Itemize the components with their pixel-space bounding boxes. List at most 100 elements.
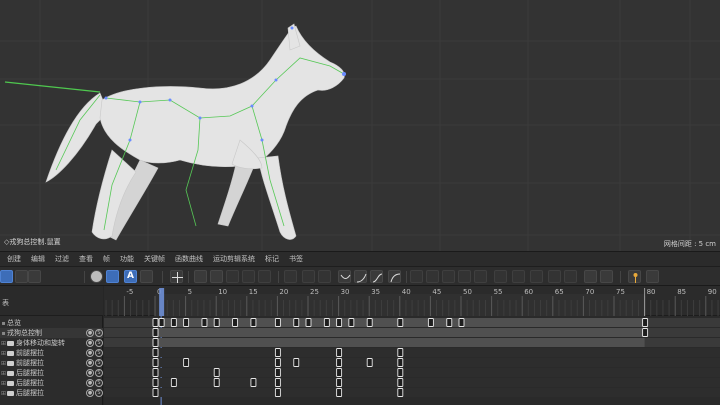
expand-icon[interactable]: ⊞ bbox=[0, 380, 7, 387]
tree-row[interactable]: ⊞ 前腿摆拉 ● S bbox=[0, 348, 103, 358]
menu-motion-system[interactable]: 运动剪辑系统 bbox=[208, 254, 260, 264]
visibility-icon[interactable]: ● bbox=[86, 329, 94, 337]
keyframe bbox=[642, 328, 649, 337]
sphere-icon[interactable] bbox=[90, 270, 103, 283]
expand-icon[interactable]: ▪ bbox=[0, 320, 7, 327]
solo-icon[interactable]: S bbox=[95, 359, 103, 367]
curve-step-icon[interactable] bbox=[302, 270, 315, 283]
auto-key-icon[interactable]: A bbox=[124, 270, 137, 283]
expand-icon[interactable]: ▪ bbox=[0, 330, 7, 337]
tree-row[interactable]: ⊞ 后腿摆拉 ● S bbox=[0, 388, 103, 398]
tangent-icon-5[interactable] bbox=[474, 270, 487, 283]
menu-frame[interactable]: 帧 bbox=[98, 254, 115, 264]
tangent-icon-7[interactable] bbox=[512, 270, 525, 283]
keyframe bbox=[397, 348, 404, 357]
marker-add-icon[interactable] bbox=[646, 270, 659, 283]
link-icon[interactable] bbox=[140, 270, 153, 283]
dope-sheet-mode-icon[interactable] bbox=[0, 270, 13, 283]
key-value-icon[interactable] bbox=[584, 270, 597, 283]
frame-all-icon[interactable] bbox=[194, 270, 207, 283]
ease-out-icon[interactable] bbox=[354, 270, 367, 283]
zoom-icon[interactable] bbox=[226, 270, 239, 283]
move-arrows-icon[interactable] bbox=[170, 270, 183, 283]
tracks-canvas[interactable] bbox=[104, 316, 720, 405]
solo-icon[interactable]: S bbox=[95, 369, 103, 377]
keyframe bbox=[201, 318, 208, 327]
folder-icon bbox=[7, 360, 14, 366]
solo-icon[interactable]: S bbox=[95, 329, 103, 337]
menu-bookmarks[interactable]: 书签 bbox=[284, 254, 308, 264]
object-label: ◇戎狗总控制.鼠置 bbox=[4, 238, 61, 246]
expand-icon[interactable]: ⊞ bbox=[0, 390, 7, 397]
solo-icon[interactable]: S bbox=[95, 349, 103, 357]
menu-create[interactable]: 创建 bbox=[2, 254, 26, 264]
keyframe bbox=[274, 388, 281, 397]
keyframe bbox=[213, 318, 220, 327]
visibility-icon[interactable]: ● bbox=[86, 349, 94, 357]
keyframe-tracks[interactable] bbox=[104, 316, 720, 405]
key-time-icon[interactable] bbox=[600, 270, 613, 283]
tangent-icon-2[interactable] bbox=[426, 270, 439, 283]
fcurve-mode-icon[interactable] bbox=[15, 270, 28, 283]
expand-icon[interactable]: ⊞ bbox=[0, 340, 7, 347]
tangent-icon-8[interactable] bbox=[530, 270, 543, 283]
frame-ruler[interactable]: -5051015202530354045505560657075808590 bbox=[104, 286, 720, 316]
menu-functions[interactable]: 功能 bbox=[115, 254, 139, 264]
expand-icon[interactable]: ⊞ bbox=[0, 360, 7, 367]
tangent-icon-6[interactable] bbox=[494, 270, 507, 283]
menu-fcurve[interactable]: 函数曲线 bbox=[170, 254, 208, 264]
motion-mode-icon[interactable] bbox=[28, 270, 41, 283]
solo-icon[interactable]: S bbox=[95, 339, 103, 347]
keyframe bbox=[158, 318, 165, 327]
curve-linear-icon[interactable] bbox=[284, 270, 297, 283]
marker-icon[interactable] bbox=[628, 270, 641, 283]
ruler-label: 60 bbox=[524, 288, 533, 296]
solo-icon[interactable]: S bbox=[95, 379, 103, 387]
expand-icon[interactable]: ⊞ bbox=[0, 350, 7, 357]
tree-row[interactable]: ⊞ 身体移动和旋转 ● S bbox=[0, 338, 103, 348]
tree-row[interactable]: ▪ 总览 bbox=[0, 318, 103, 328]
tree-row-label: 后腿摆拉 bbox=[16, 369, 44, 377]
track-row bbox=[104, 358, 720, 367]
tangent-icon-3[interactable] bbox=[442, 270, 455, 283]
key-mode-icon[interactable] bbox=[106, 270, 119, 283]
keyframe bbox=[274, 348, 281, 357]
ease-both-icon[interactable] bbox=[370, 270, 383, 283]
dope-sheet[interactable]: -5051015202530354045505560657075808590 bbox=[104, 286, 720, 405]
tree-row[interactable]: ⊞ 前腿摆拉 ● S bbox=[0, 358, 103, 368]
ruler-canvas[interactable]: -5051015202530354045505560657075808590 bbox=[104, 286, 720, 316]
menu-keyframe[interactable]: 关键帧 bbox=[139, 254, 170, 264]
visibility-icon[interactable]: ● bbox=[86, 389, 94, 397]
visibility-icon[interactable]: ● bbox=[86, 369, 94, 377]
visibility-icon[interactable]: ● bbox=[86, 359, 94, 367]
tangent-icon-1[interactable] bbox=[410, 270, 423, 283]
ease-in-icon[interactable] bbox=[338, 270, 351, 283]
frame-selected-icon[interactable] bbox=[210, 270, 223, 283]
ripple-icon[interactable] bbox=[258, 270, 271, 283]
visibility-icon[interactable]: ● bbox=[86, 339, 94, 347]
keyframe bbox=[366, 358, 373, 367]
expand-icon[interactable]: ⊞ bbox=[0, 370, 7, 377]
tangent-icon-4[interactable] bbox=[458, 270, 471, 283]
menu-edit[interactable]: 编辑 bbox=[26, 254, 50, 264]
tree-header: 表 bbox=[0, 286, 103, 316]
keyframe bbox=[250, 318, 257, 327]
folder-icon bbox=[7, 390, 14, 396]
viewport-canvas[interactable] bbox=[0, 0, 720, 251]
viewport-3d[interactable]: ◇戎狗总控制.鼠置 网格间距 : 5 cm bbox=[0, 0, 720, 251]
visibility-icon[interactable]: ● bbox=[86, 379, 94, 387]
curve-hold-icon[interactable] bbox=[318, 270, 331, 283]
tree-row[interactable]: ▪ 戎狗总控制 ● S bbox=[0, 328, 103, 338]
menu-filter[interactable]: 过滤 bbox=[50, 254, 74, 264]
keyframe bbox=[183, 318, 190, 327]
tree-row[interactable]: ⊞ 后腿摆拉 ● S bbox=[0, 378, 103, 388]
tangent-icon-10[interactable] bbox=[564, 270, 577, 283]
tree-row[interactable]: ⊞ 后腿摆拉 ● S bbox=[0, 368, 103, 378]
solo-icon[interactable]: S bbox=[95, 389, 103, 397]
menu-markers[interactable]: 标记 bbox=[260, 254, 284, 264]
snap-icon[interactable] bbox=[242, 270, 255, 283]
tangent-icon-9[interactable] bbox=[548, 270, 561, 283]
menu-view[interactable]: 查看 bbox=[74, 254, 98, 264]
folder-icon bbox=[7, 380, 14, 386]
ease-auto-icon[interactable] bbox=[388, 270, 401, 283]
